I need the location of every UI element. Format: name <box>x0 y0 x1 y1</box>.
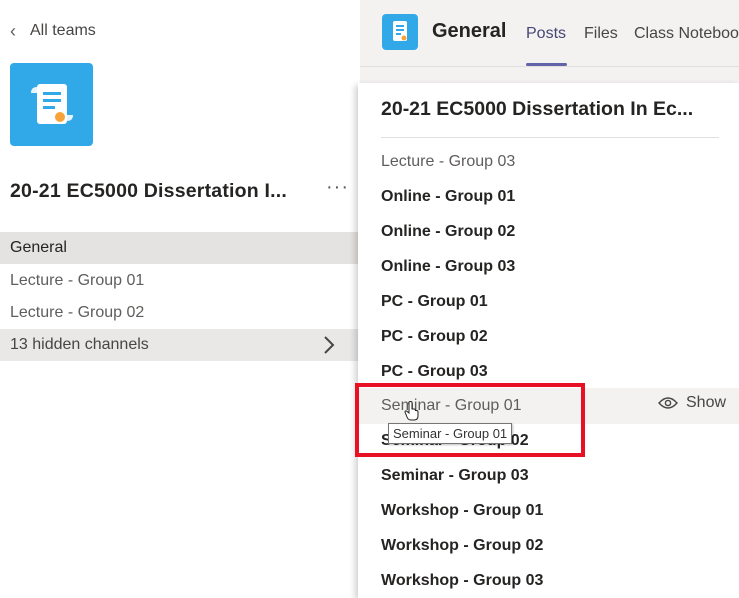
show-channel-button[interactable]: Show <box>658 394 726 412</box>
hidden-channels-label: 13 hidden channels <box>10 336 149 353</box>
highlight-annotation-box <box>355 383 585 457</box>
divider <box>381 137 719 138</box>
team-avatar[interactable] <box>10 63 93 146</box>
channel-general[interactable]: General <box>0 232 358 264</box>
channel-lecture-group-02[interactable]: Lecture - Group 02 <box>0 297 358 329</box>
tab-posts[interactable]: Posts <box>526 25 566 43</box>
show-label: Show <box>686 394 727 411</box>
hidden-channel-item[interactable]: PC - Group 02 <box>381 325 488 349</box>
hidden-channels-toggle[interactable]: 13 hidden channels <box>0 329 358 361</box>
tab-files[interactable]: Files <box>584 25 618 43</box>
team-name-row: 20-21 EC5000 Dissertation I... ··· <box>10 176 355 206</box>
tab-class-notebook[interactable]: Class Noteboo <box>634 25 739 43</box>
hidden-channel-item[interactable]: Online - Group 02 <box>381 220 515 244</box>
hidden-channel-item[interactable]: Workshop - Group 02 <box>381 534 543 558</box>
channel-lecture-group-01[interactable]: Lecture - Group 01 <box>0 265 358 297</box>
channel-header: General Posts Files Class Noteboo <box>360 0 739 67</box>
team-avatar-small[interactable] <box>382 14 418 50</box>
back-label: All teams <box>30 22 96 39</box>
hidden-channel-item[interactable]: Online - Group 03 <box>381 255 515 279</box>
hidden-channel-item[interactable]: Seminar - Group 03 <box>381 464 529 488</box>
chevron-left-icon: ‹ <box>10 20 16 41</box>
hidden-channel-item[interactable]: Workshop - Group 01 <box>381 499 543 523</box>
active-tab-indicator <box>526 63 567 66</box>
more-options-icon[interactable]: ··· <box>326 176 349 199</box>
hidden-channel-item[interactable]: PC - Group 03 <box>381 360 488 384</box>
channel-label: Lecture - Group 02 <box>10 304 145 321</box>
channel-label: Lecture - Group 01 <box>10 272 145 289</box>
scroll-document-icon <box>30 83 73 124</box>
chevron-right-icon <box>324 336 335 354</box>
hidden-channel-item[interactable]: Online - Group 01 <box>381 185 515 209</box>
hidden-channel-item[interactable]: PC - Group 01 <box>381 290 488 314</box>
channel-title: General <box>432 20 507 42</box>
eye-icon <box>658 397 678 409</box>
hidden-channel-item[interactable]: Lecture - Group 03 <box>381 150 515 174</box>
team-name: 20-21 EC5000 Dissertation I... <box>10 179 287 202</box>
hidden-channels-panel: 20-21 EC5000 Dissertation In Ec... Lectu… <box>358 83 739 598</box>
hidden-channel-item[interactable]: Workshop - Group 03 <box>381 569 543 593</box>
channel-label: General <box>10 239 67 256</box>
all-teams-back-link[interactable]: ‹ All teams <box>10 18 96 44</box>
scroll-document-icon <box>393 21 407 41</box>
panel-title: 20-21 EC5000 Dissertation In Ec... <box>381 98 694 120</box>
teams-sidebar: ‹ All teams 20-21 EC5000 Dissertation I.… <box>0 0 360 598</box>
